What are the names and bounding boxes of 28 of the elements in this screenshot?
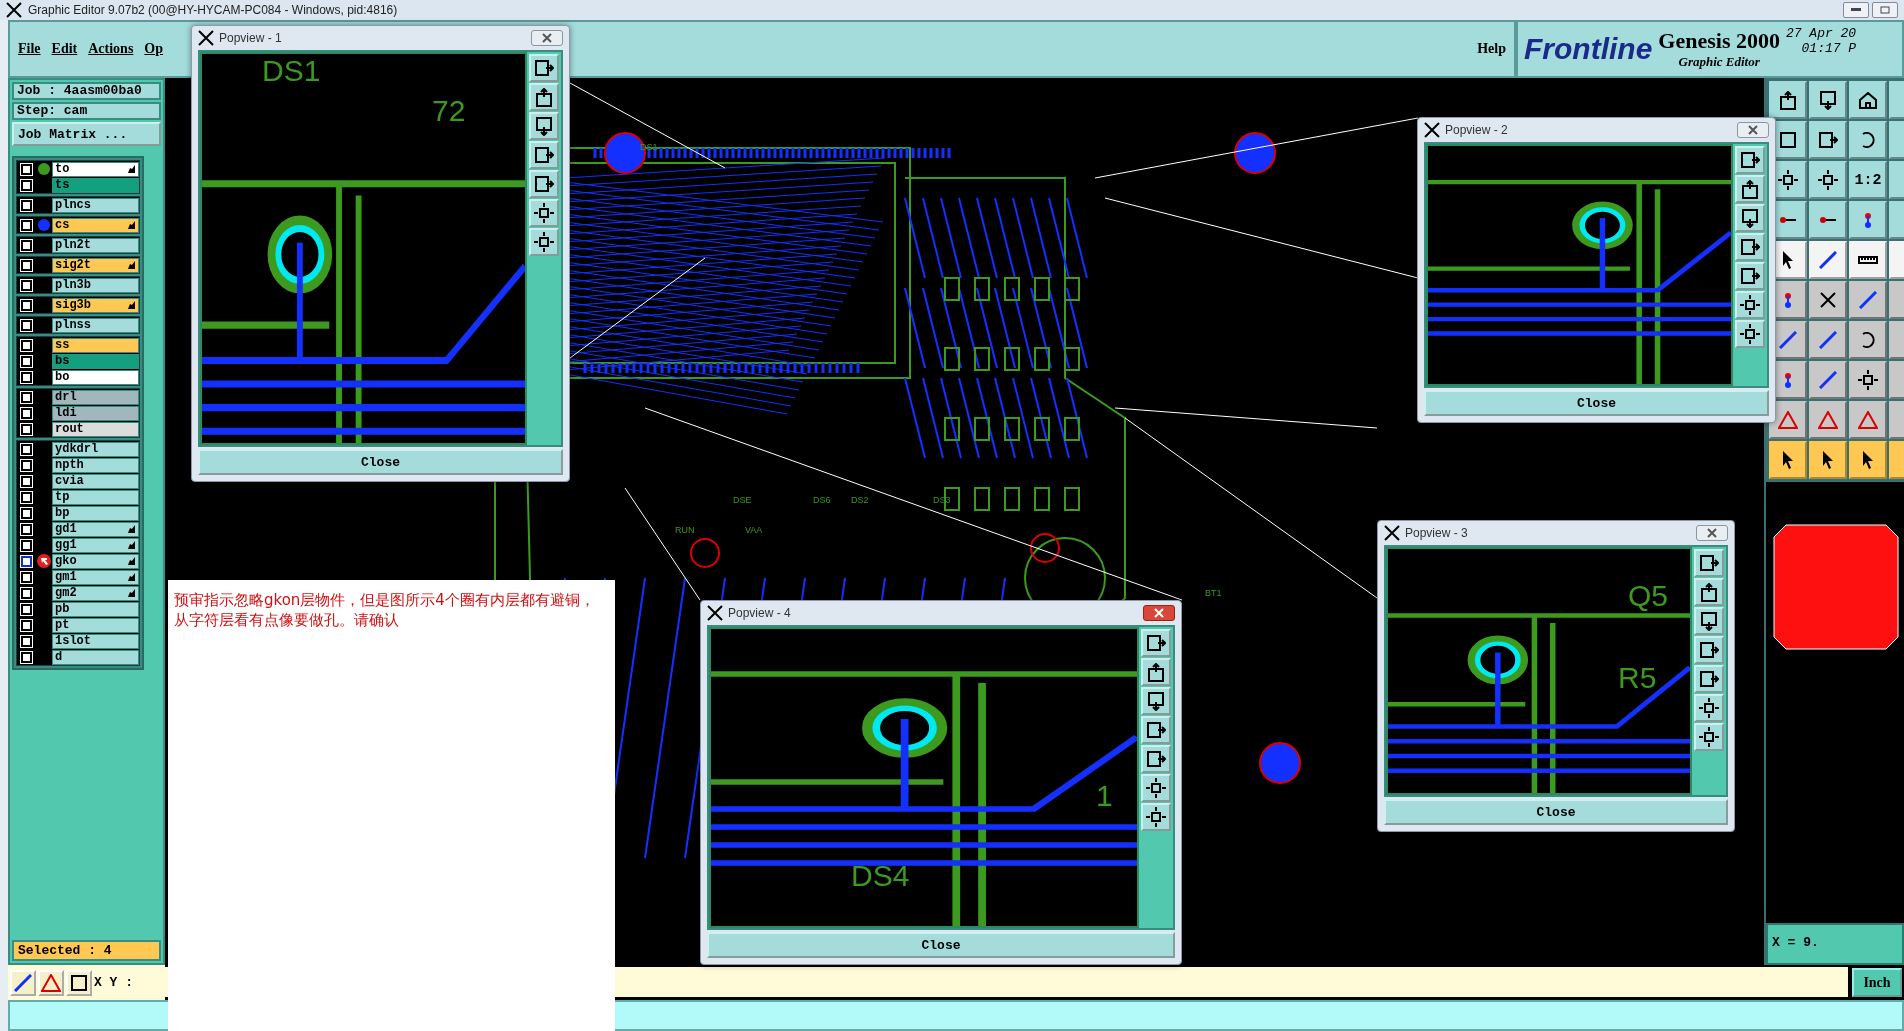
component-label: Q5 <box>1628 579 1669 613</box>
component-label: RUN <box>675 525 695 535</box>
component-label: DS2 <box>851 495 869 505</box>
product-subtitle: Graphic Editor <box>1678 54 1760 70</box>
component-label: DS1 <box>262 54 321 88</box>
window-title: Popview - 3 <box>1405 526 1468 540</box>
component-label: 72 <box>432 94 466 128</box>
component-label: DS4 <box>851 859 910 893</box>
component-label: R5 <box>1618 661 1657 695</box>
logo: Frontline <box>1524 32 1653 66</box>
window-title: Graphic Editor 9.07b2 (00@HY-HYCAM-PC084 - Windows, pid:4816) <box>28 3 398 17</box>
window-title: Popview - 4 <box>728 606 791 620</box>
component-label: BT1 <box>1205 588 1222 598</box>
component-label: DSE <box>733 495 752 505</box>
component-label: VAA <box>745 525 763 535</box>
job-field: Job : 4aasm00ba0 <box>12 82 161 100</box>
date-text: 27 Apr 20 <box>1785 26 1857 41</box>
selected-count: Selected : 4 <box>12 940 161 961</box>
window-title: Popview - 1 <box>219 31 282 45</box>
coordinate-readout: X = 9. <box>1766 923 1904 965</box>
note-text: 预审指示忽略gkon层物件，但是图所示4个圈有内层都有避铜，从字符层看有点像要做孔。请确认 <box>174 590 596 630</box>
product-name: Genesis 2000 <box>1658 28 1780 54</box>
xy-label: X Y : <box>94 975 133 990</box>
component-label: DS6 <box>813 495 831 505</box>
component-label: 1 <box>1096 779 1113 813</box>
time-text: 01:17 P <box>1801 41 1857 56</box>
step-field: Step: cam <box>12 102 161 120</box>
window-title: Popview - 2 <box>1445 123 1508 137</box>
